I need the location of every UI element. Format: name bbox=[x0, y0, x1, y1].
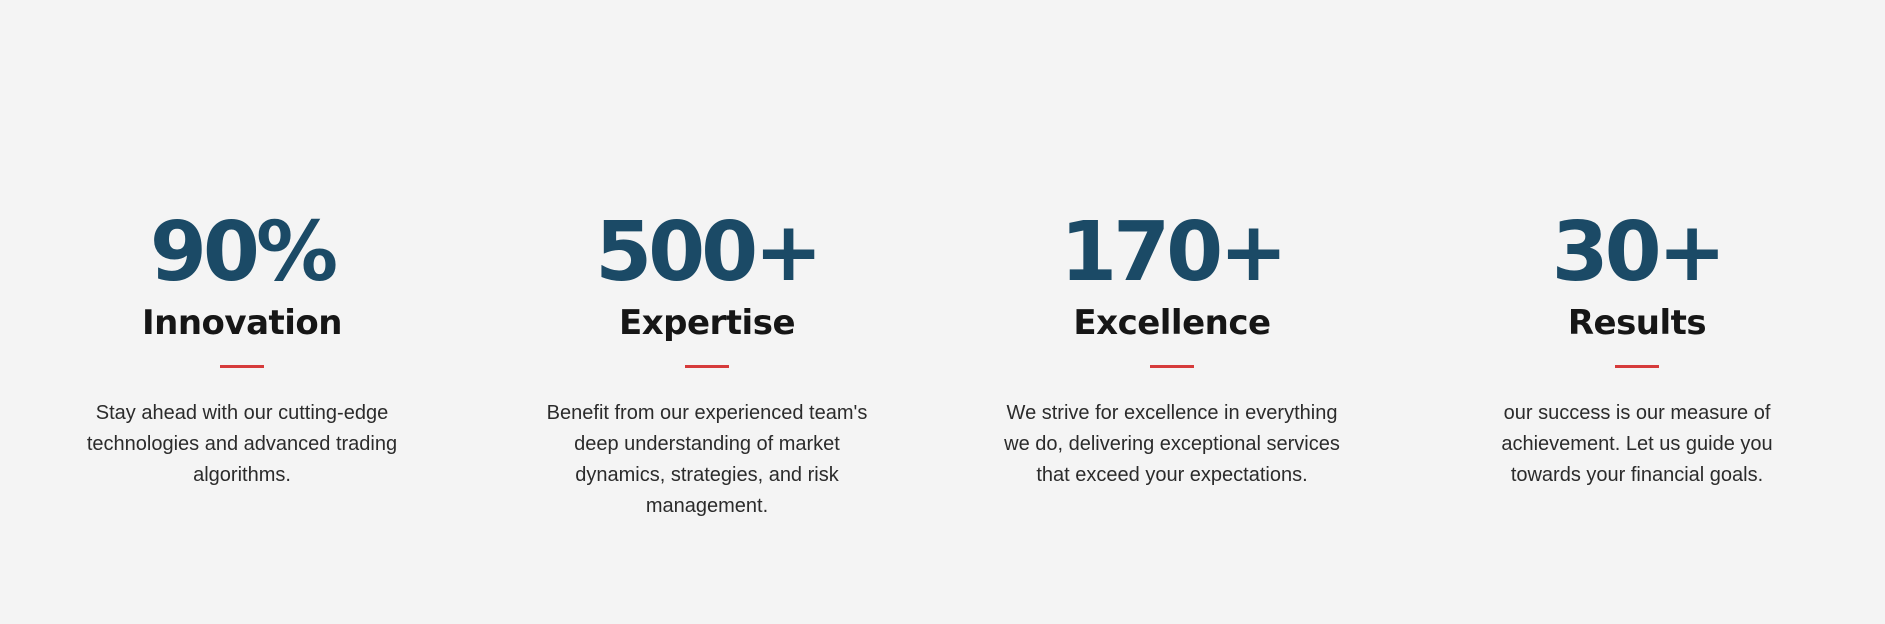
stat-title: Excellence bbox=[1073, 303, 1271, 343]
stat-number: 170+ bbox=[1060, 205, 1288, 300]
stat-description: We strive for excellence in everything w… bbox=[1004, 402, 1340, 486]
accent-divider bbox=[685, 365, 729, 368]
stat-results: 30+ Results our success is our measure o… bbox=[1457, 205, 1817, 491]
stats-section: 90% Innovation Stay ahead with our cutti… bbox=[0, 0, 1885, 624]
accent-divider bbox=[1615, 365, 1659, 368]
stat-description: Stay ahead with our cutting-edge technol… bbox=[86, 402, 398, 486]
stat-title: Results bbox=[1567, 303, 1707, 343]
stat-innovation: 90% Innovation Stay ahead with our cutti… bbox=[62, 205, 422, 491]
stat-description: our success is our measure of achievemen… bbox=[1501, 402, 1773, 486]
stat-title: Expertise bbox=[618, 303, 796, 343]
accent-divider bbox=[220, 365, 264, 368]
stat-number: 500+ bbox=[595, 205, 823, 300]
stat-description: Benefit from our experienced team's deep… bbox=[546, 402, 868, 517]
stat-number: 90% bbox=[149, 205, 338, 300]
stat-excellence: 170+ Excellence We strive for excellence… bbox=[992, 205, 1352, 491]
stat-expertise: 500+ Expertise Benefit from our experien… bbox=[527, 205, 887, 522]
stat-number: 30+ bbox=[1551, 205, 1727, 300]
accent-divider bbox=[1150, 365, 1194, 368]
stat-title: Innovation bbox=[142, 303, 343, 343]
